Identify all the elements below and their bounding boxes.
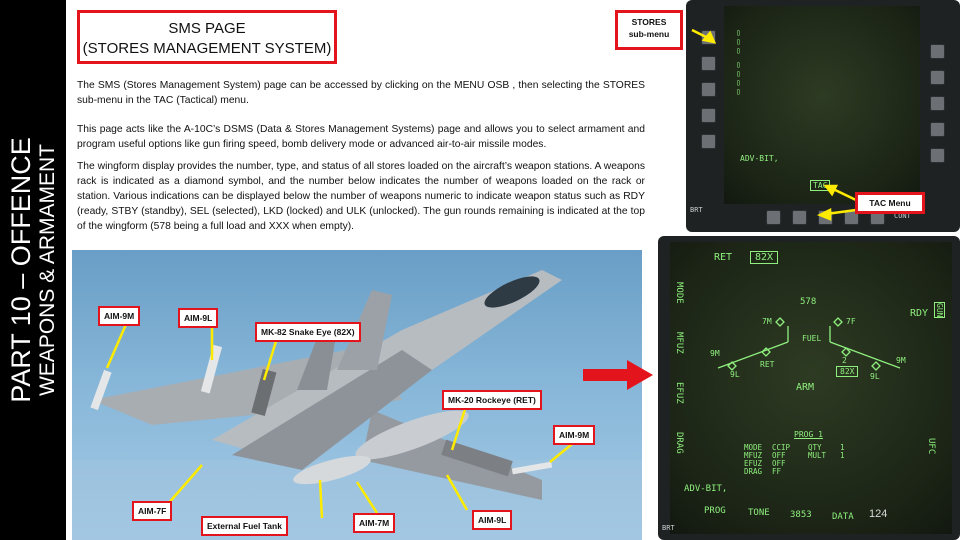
red-arrow-icon — [583, 360, 653, 390]
sidebar-line-1: PART 10 – OFFENCE — [6, 137, 36, 403]
sms-ufc-label: UFC — [926, 438, 936, 455]
sms-station-82x: 82X — [836, 366, 859, 377]
sms-station-7f: 7F — [846, 317, 856, 326]
sidebar-band: PART 10 – OFFENCE WEAPONS & ARMAMENT — [0, 0, 66, 540]
page-title-line-1: SMS PAGE — [168, 20, 246, 37]
sms-prog-row: DRAG FF — [744, 467, 782, 476]
sms-adv-bit: ADV-BIT, — [684, 484, 728, 494]
label-aim7f: AIM-7F — [132, 501, 173, 521]
sms-osb-tone: TONE — [748, 508, 770, 518]
label-aim9l-left: AIM-9L — [178, 308, 219, 328]
vertical-title: PART 10 – OFFENCE WEAPONS & ARMAMENT — [6, 137, 59, 403]
sms-osb-drag: DRAG — [674, 432, 684, 454]
sms-osb-mfuz: MFUZ — [674, 332, 684, 354]
aircraft-photo: AIM-9M AIM-9L MK-82 Snake Eye (82X) MK-2… — [72, 250, 642, 540]
station-7m-diamond — [775, 317, 785, 327]
sms-82x-selected: 82X — [750, 251, 779, 264]
sms-station-9m-right: 9M — [896, 356, 906, 365]
sms-osb-efuz: EFUZ — [674, 382, 684, 404]
sms-station-ret: RET — [760, 360, 775, 369]
station-9l-right-diamond — [871, 361, 881, 371]
sms-fuel-label: FUEL — [802, 334, 822, 343]
sidebar-line-2: WEAPONS & ARMAMENT — [36, 143, 59, 397]
paragraph-wingform: The wingform display provides the number… — [77, 161, 645, 232]
label-aim7m: AIM-7M — [353, 513, 396, 533]
page-title-line-2: (STORES MANAGEMENT SYSTEM) — [82, 40, 332, 57]
sms-gun-rounds: 578 — [800, 297, 817, 307]
page-number: 124 — [869, 508, 888, 520]
label-mk82: MK-82 Snake Eye (82X) — [255, 322, 361, 342]
sms-prog-title: PROG 1 — [794, 430, 823, 439]
label-mk20: MK-20 Rockeye (RET) — [442, 390, 542, 410]
sms-osb-3853: 3853 — [790, 510, 812, 520]
aircraft-illustration — [72, 270, 642, 540]
paragraph-dsms: This page acts like the A-10C’s DSMS (Da… — [77, 124, 645, 150]
callout-stores-submenu: STORES sub-menu — [615, 10, 683, 50]
sms-prog-table: MODE CCIP QTY 1 MFUZ OFF MULT 1 EFUZ OFF DRAG FF — [744, 444, 845, 476]
sms-ret-label: RET — [714, 252, 733, 263]
sms-mfd: RET 82X 578 RDY GUN MODE MFUZ EFUZ DRAG … — [658, 236, 960, 540]
label-aim9m-left: AIM-9M — [98, 306, 141, 326]
page-title: SMS PAGE (STORES MANAGEMENT SYSTEM) — [77, 10, 337, 64]
sms-station-9l-right: 9L — [870, 372, 880, 381]
station-7f-diamond — [833, 317, 843, 327]
callout-tac-menu: TAC Menu — [855, 192, 925, 214]
sms-osb-prog: PROG — [704, 506, 726, 516]
sms-screen: RET 82X 578 RDY GUN MODE MFUZ EFUZ DRAG … — [670, 242, 952, 534]
sms-osb-mode: MODE — [674, 282, 684, 304]
sms-gun-box: GUN — [934, 302, 945, 319]
sms-brt-label: BRT — [662, 524, 675, 532]
label-aim9m-right: AIM-9M — [553, 425, 596, 445]
paragraph-access: The SMS (Stores Management System) page … — [77, 80, 645, 106]
sms-arm-status: ARM — [796, 382, 815, 393]
sms-station-7m: 7M — [762, 317, 772, 326]
sms-station-9l-left: 9L — [730, 370, 740, 379]
label-fuel-tank: External Fuel Tank — [201, 516, 288, 536]
label-aim9l-right: AIM-9L — [472, 510, 513, 530]
sms-qty-82x: 2 — [842, 356, 847, 365]
sms-station-9m-left: 9M — [710, 349, 720, 358]
sms-osb-data: DATA — [832, 512, 854, 522]
sms-rdy-status: RDY — [910, 308, 929, 319]
